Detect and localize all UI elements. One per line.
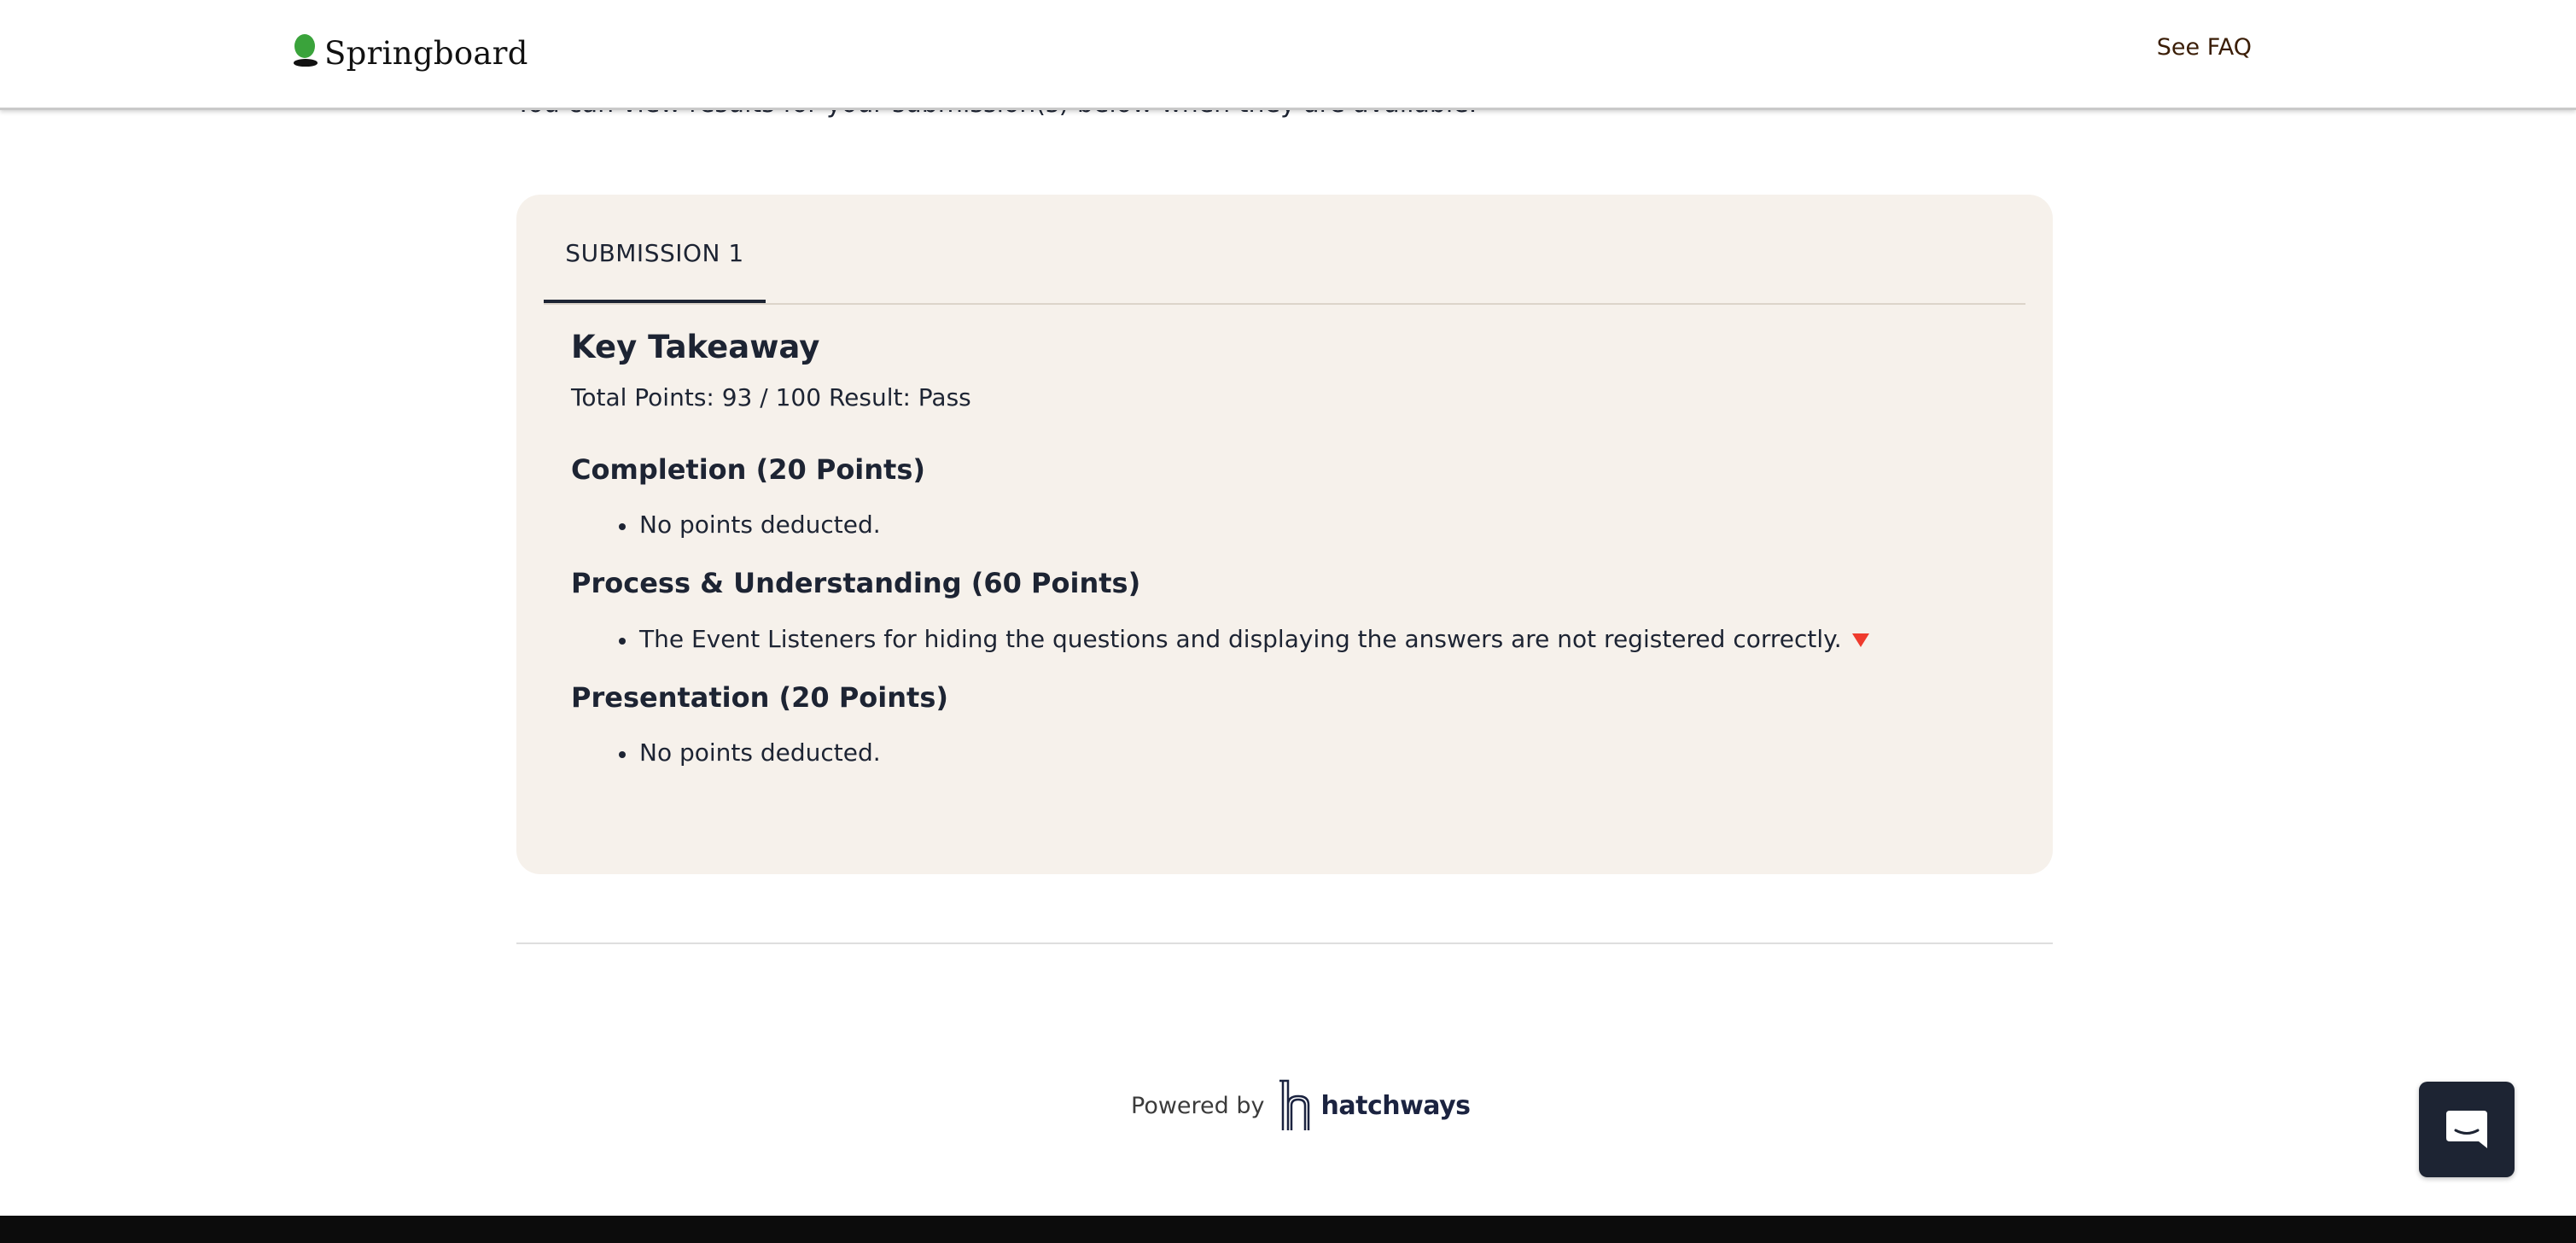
springboard-logo-icon	[294, 34, 318, 72]
feedback-text: No points deducted.	[639, 510, 881, 539]
chat-launcher-button[interactable]	[2419, 1082, 2515, 1177]
section-heading: Presentation (20 Points)	[571, 681, 948, 715]
chat-bubble-icon	[2446, 1111, 2487, 1148]
submission-card: SUBMISSION 1 Key Takeaway Total Points: …	[516, 195, 2053, 874]
feedback-list: No points deducted.	[571, 511, 2005, 540]
section-process-understanding: Process & Understanding (60 Points) The …	[571, 569, 2005, 653]
brand-name: Springboard	[324, 34, 528, 72]
submission-content: Key Takeaway Total Points: 93 / 100 Resu…	[571, 331, 2005, 767]
submission-summary: Total Points: 93 / 100 Result: Pass	[571, 383, 971, 411]
section-presentation: Presentation (20 Points) No points deduc…	[571, 681, 2005, 767]
submission-tabs: SUBMISSION 1	[544, 195, 2025, 305]
powered-by-text: Powered by	[1131, 1092, 1265, 1119]
red-triangle-down-icon	[1851, 633, 1869, 647]
hatchways-logo[interactable]: hatchways	[1277, 1079, 1471, 1132]
powered-by-footer: Powered by hatchways	[1131, 1079, 1471, 1132]
see-faq-link[interactable]: See FAQ	[2157, 34, 2252, 61]
feedback-text: The Event Listeners for hiding the quest…	[639, 624, 1842, 653]
feedback-item: The Event Listeners for hiding the quest…	[571, 625, 2005, 654]
feedback-item: No points deducted.	[571, 738, 2005, 767]
springboard-brand[interactable]: Springboard	[294, 34, 528, 72]
feedback-list: No points deducted.	[571, 738, 2005, 767]
section-completion: Completion (20 Points) No points deducte…	[571, 452, 2005, 540]
section-heading: Completion (20 Points)	[571, 452, 926, 486]
feedback-item: No points deducted.	[571, 511, 2005, 540]
content-divider	[516, 942, 2053, 944]
tab-submission-1[interactable]: SUBMISSION 1	[544, 195, 766, 303]
submission-title: Key Takeaway	[571, 329, 820, 365]
hatchways-logo-icon	[1279, 1079, 1309, 1130]
hatchways-name: hatchways	[1320, 1090, 1472, 1121]
feedback-text: No points deducted.	[639, 738, 881, 767]
top-header: Springboard See FAQ	[0, 0, 2576, 110]
feedback-list: The Event Listeners for hiding the quest…	[571, 625, 2005, 654]
section-heading: Process & Understanding (60 Points)	[571, 567, 1141, 600]
bottom-bar	[0, 1216, 2576, 1243]
